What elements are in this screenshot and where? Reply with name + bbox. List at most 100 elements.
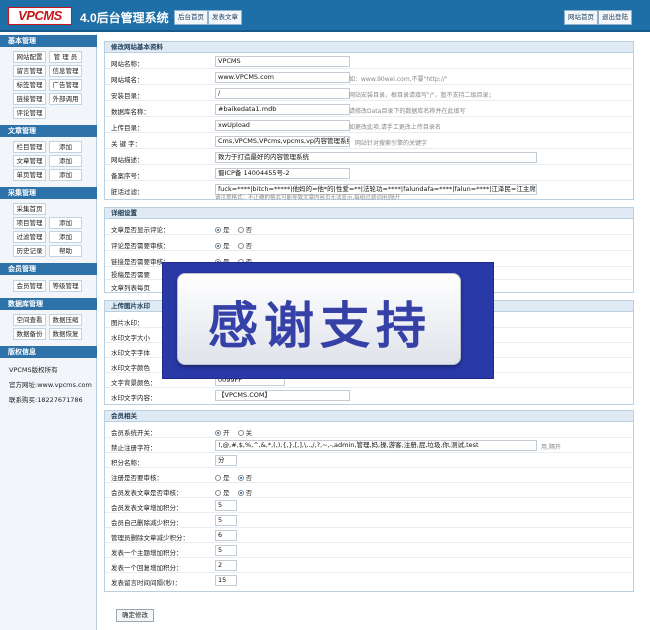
nav-restore[interactable]: 数据恢复 xyxy=(49,328,82,340)
upload-dir-input[interactable]: xwUpload xyxy=(215,120,350,131)
radio-yes[interactable] xyxy=(215,490,221,496)
keywords-input[interactable]: Cms,VPCMS,VPcms,vpcms,vp内容管理系统,最 xyxy=(215,136,350,147)
watermark-font-label: 水印文字字体 xyxy=(111,349,150,357)
nav-links[interactable]: 链接管理 xyxy=(13,93,46,105)
site-name-label: 网站名称： xyxy=(111,60,144,68)
form-row: 发表留言时间间隔(秒)： 15 xyxy=(105,573,633,588)
radio-on[interactable] xyxy=(215,430,221,436)
form-row: 脏话过滤： fuck=****|bitch=*****|他妈的=他*的|性爱=*… xyxy=(105,182,633,201)
nav-help[interactable]: 帮助 xyxy=(49,245,82,257)
message-interval-input[interactable]: 15 xyxy=(215,575,237,586)
nav-space[interactable]: 空间查看 xyxy=(13,314,46,326)
profanity-label: 脏话过滤： xyxy=(111,188,144,196)
sidebar-section-copyright: 版权信息 xyxy=(0,346,97,358)
admin-delete-points-label: 管理员删除文章减少积分： xyxy=(111,534,189,542)
image-watermark-label: 图片水印： xyxy=(111,319,144,327)
install-dir-input[interactable]: / xyxy=(215,88,350,99)
form-row: 管理员删除文章减少积分： 6 xyxy=(105,528,633,543)
nav-column-add[interactable]: 添加 xyxy=(49,141,82,153)
copyright-contact: 联系购买:18227671786 xyxy=(9,396,83,404)
db-name-input[interactable]: #baikedata1.mdb xyxy=(215,104,350,115)
nav-article-add[interactable]: 添加 xyxy=(49,155,82,167)
nav-project-add[interactable]: 添加 xyxy=(49,217,82,229)
nav-collect-home[interactable]: 采集首页 xyxy=(13,203,46,215)
install-dir-hint: 网站安装目录，根目录请填写"/"，暂不支持二级目录； xyxy=(349,92,495,99)
nav-compress[interactable]: 数据压缩 xyxy=(49,314,82,326)
nav-page-add[interactable]: 添加 xyxy=(49,169,82,181)
site-name-input[interactable]: VPCMS xyxy=(215,56,350,67)
nav-filter-add[interactable]: 添加 xyxy=(49,231,82,243)
admin-home-button[interactable]: 后台首页 xyxy=(174,10,208,25)
member-switch-radios: 开 关 xyxy=(215,427,258,437)
member-title: 会员相关 xyxy=(105,411,633,422)
nav-articles[interactable]: 文章管理 xyxy=(13,155,46,167)
copyright-site: 官方网址:www.vpcms.com xyxy=(9,381,92,389)
detail-title: 详细设置 xyxy=(105,208,633,219)
radio-off-label: 关 xyxy=(245,429,253,437)
watermark-text-input[interactable]: 【VPCMS.COM】 xyxy=(215,390,350,401)
nav-pages[interactable]: 单页管理 xyxy=(13,169,46,181)
nav-members[interactable]: 会员管理 xyxy=(13,280,46,292)
description-input[interactable]: 致力于打造最好的内容管理系统 xyxy=(215,152,537,163)
nav-ads[interactable]: 广告管理 xyxy=(49,79,82,91)
review-comments-radios: 是 否 xyxy=(215,240,258,250)
nav-backup[interactable]: 数据备份 xyxy=(13,328,46,340)
radio-no-label: 否 xyxy=(245,242,253,250)
radio-yes[interactable] xyxy=(215,475,221,481)
topic-points-input[interactable]: 5 xyxy=(215,545,237,556)
sidebar-section-member: 会员管理 xyxy=(0,263,97,275)
site-domain-label: 网站域名： xyxy=(111,76,144,84)
radio-no[interactable] xyxy=(237,475,244,481)
nav-messages[interactable]: 留言管理 xyxy=(13,65,46,77)
copyright-owner: VPCMS版权所有 xyxy=(9,366,58,374)
sidebar-section-article: 文章管理 xyxy=(0,125,97,137)
message-interval-label: 发表留言时间间隔(秒)： xyxy=(111,579,182,587)
member-post-review-radios: 是 否 xyxy=(215,487,258,497)
icp-input[interactable]: 蜀ICP备 14004455号-2 xyxy=(215,168,350,179)
radio-no-label: 否 xyxy=(245,489,253,497)
points-name-label: 积分名称： xyxy=(111,459,144,467)
form-row: 评论是否需要审核： 是 否 xyxy=(105,236,633,251)
nav-levels[interactable]: 等级管理 xyxy=(49,280,82,292)
nav-filters[interactable]: 过滤管理 xyxy=(13,231,46,243)
banned-chars-input[interactable]: !,@,#,$,%,^,&,*,(,),{,},[,],\,.,/,?,~,-,… xyxy=(215,440,537,451)
self-delete-points-label: 会员自己删除减少积分： xyxy=(111,519,183,527)
text-bg-color-label: 文字背景颜色： xyxy=(111,379,157,387)
radio-no[interactable] xyxy=(237,227,244,233)
sidebar-section-collect: 采集管理 xyxy=(0,187,97,199)
install-dir-label: 安装目录： xyxy=(111,92,144,100)
watermark-size-label: 水印文字大小 xyxy=(111,334,150,342)
nav-projects[interactable]: 项目管理 xyxy=(13,217,46,229)
nav-history[interactable]: 历史记录 xyxy=(13,245,46,257)
radio-yes[interactable] xyxy=(215,243,221,249)
form-row: 水印文字内容： 【VPCMS.COM】 xyxy=(105,388,633,403)
nav-admins[interactable]: 管 理 员 xyxy=(49,51,82,63)
logo[interactable]: VPCMS xyxy=(8,7,72,25)
nav-comments[interactable]: 评论管理 xyxy=(13,107,46,119)
radio-no[interactable] xyxy=(237,490,244,496)
radio-off[interactable] xyxy=(237,430,244,436)
post-article-button[interactable]: 发表文章 xyxy=(208,10,242,25)
submit-button[interactable]: 确定修改 xyxy=(116,609,154,622)
reply-points-input[interactable]: 2 xyxy=(215,560,237,571)
radio-no[interactable] xyxy=(237,243,244,249)
points-name-input[interactable]: 分 xyxy=(215,455,237,466)
nav-info[interactable]: 信息管理 xyxy=(49,65,82,77)
watermark-color-label: 水印文字颜色 xyxy=(111,364,150,372)
thanks-banner: 感谢支持 xyxy=(162,262,494,379)
self-delete-points-input[interactable]: 5 xyxy=(215,515,237,526)
nav-tags[interactable]: 标签管理 xyxy=(13,79,46,91)
show-comments-radios: 是 否 xyxy=(215,224,258,234)
radio-yes[interactable] xyxy=(215,227,221,233)
site-domain-input[interactable]: www.VPCMS.com xyxy=(215,72,350,83)
form-row: 网站描述： 致力于打造最好的内容管理系统 xyxy=(105,150,633,165)
site-home-button[interactable]: 网站首页 xyxy=(564,10,598,25)
post-points-input[interactable]: 5 xyxy=(215,500,237,511)
nav-external[interactable]: 外部调用 xyxy=(49,93,82,105)
nav-columns[interactable]: 栏目管理 xyxy=(13,141,46,153)
logout-button[interactable]: 退出登陆 xyxy=(598,10,632,25)
admin-delete-points-input[interactable]: 6 xyxy=(215,530,237,541)
nav-site-config[interactable]: 网站配置 xyxy=(13,51,46,63)
post-points-label: 会员发表文章增加积分： xyxy=(111,504,183,512)
radio-yes-label: 是 xyxy=(223,489,230,497)
